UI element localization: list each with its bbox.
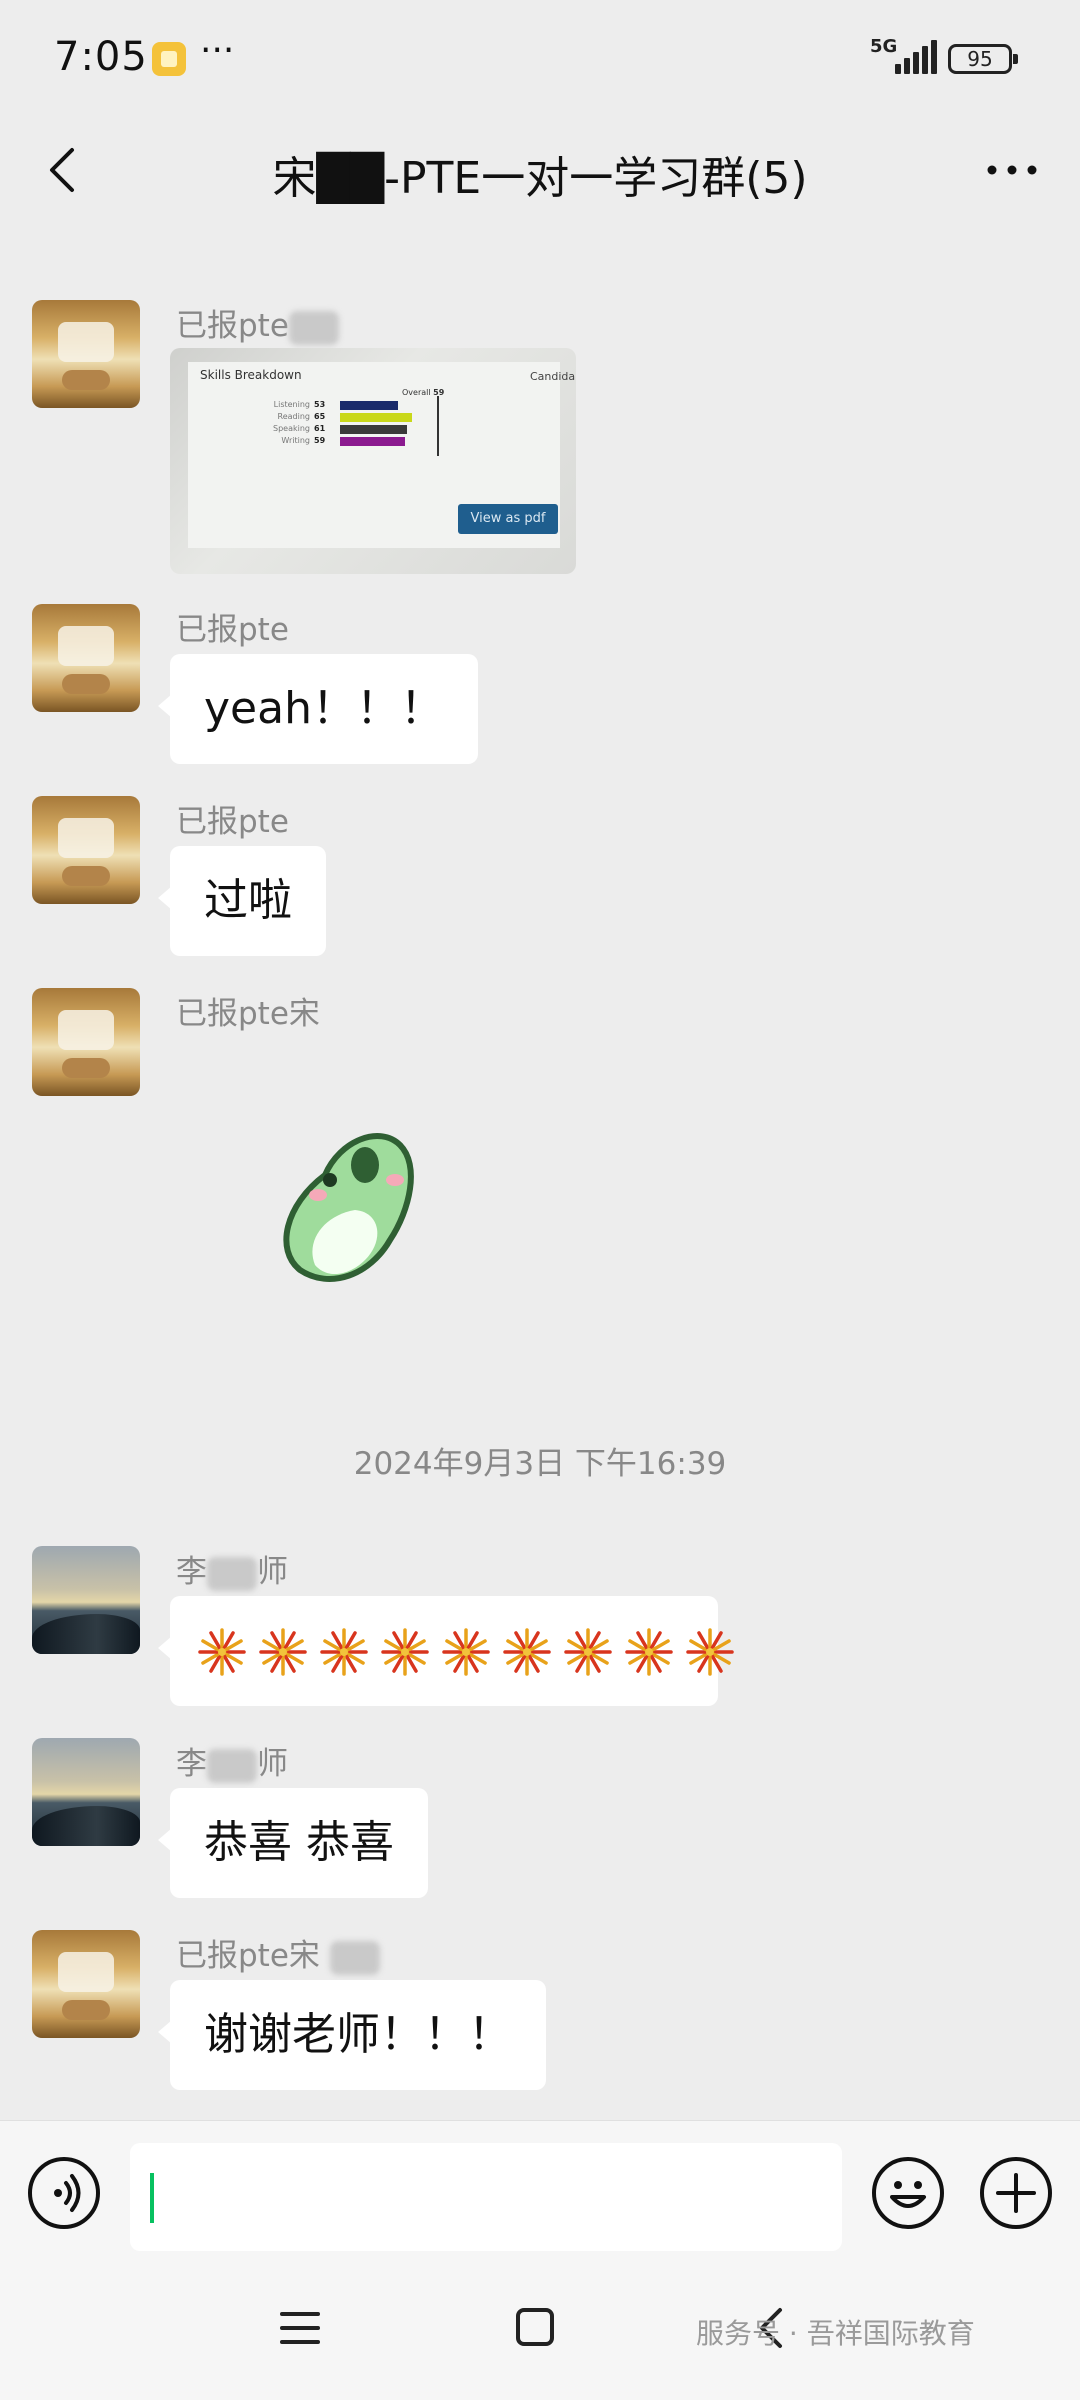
- chat-title: 宋██-PTE一对一学习群(5): [272, 153, 808, 204]
- fireworks-icon: [198, 1628, 246, 1676]
- sender-name: 已报pte: [176, 300, 339, 345]
- input-bar: [0, 2120, 1080, 2277]
- skill-label: Reading: [277, 412, 310, 421]
- message-bubble[interactable]: 谢谢老师！！！: [158, 1980, 546, 2090]
- status-bar: 7:05 ··· 5G 95: [0, 0, 1080, 120]
- skill-row: Reading 65: [240, 412, 470, 422]
- home-icon[interactable]: [516, 2308, 554, 2346]
- fireworks-icon: [625, 1628, 673, 1676]
- skill-row: Speaking 61: [240, 424, 470, 434]
- emoji-icon: [890, 2181, 926, 2208]
- sender-name: 已报pte: [176, 612, 289, 648]
- message-input[interactable]: [130, 2143, 842, 2251]
- overall-marker: [437, 396, 439, 456]
- fireworks-icon: [320, 1628, 368, 1676]
- back-button[interactable]: [36, 142, 92, 198]
- message-bubble[interactable]: 恭喜 恭喜: [158, 1788, 428, 1898]
- system-navigation-bar: 服务号 · 吾祥国际教育: [0, 2276, 1080, 2400]
- emoji-button[interactable]: [872, 2157, 944, 2229]
- plus-button[interactable]: [980, 2157, 1052, 2229]
- skill-bar: [340, 413, 412, 422]
- skill-row: Writing 59: [240, 436, 470, 446]
- more-button[interactable]: [980, 142, 1044, 198]
- sender-name: 李师: [176, 1746, 288, 1783]
- skill-row: Listening 53: [240, 400, 470, 410]
- image-message[interactable]: Skills Breakdown Candida Overall 59 List…: [170, 348, 576, 574]
- skill-score: 53: [314, 400, 326, 409]
- candidate-heading: Candida: [530, 370, 576, 383]
- view-pdf-button: View as pdf: [458, 504, 558, 534]
- skill-score: 65: [314, 412, 326, 421]
- avatar[interactable]: [32, 796, 140, 904]
- fireworks-icon: [381, 1628, 429, 1676]
- avatar[interactable]: [32, 1546, 140, 1654]
- notification-app-icon: [152, 42, 186, 76]
- skill-label: Speaking: [273, 424, 310, 433]
- status-time: 7:05: [54, 34, 148, 80]
- fireworks-icon: [503, 1628, 551, 1676]
- skill-label: Listening: [273, 400, 310, 409]
- skills-heading: Skills Breakdown: [200, 368, 302, 382]
- sender-name: 已报pte宋: [176, 1930, 380, 1975]
- fireworks-icon: [442, 1628, 490, 1676]
- avatar[interactable]: [32, 1738, 140, 1846]
- skill-bar: [340, 437, 405, 446]
- avatar[interactable]: [32, 604, 140, 712]
- battery-icon: 95: [948, 44, 1018, 74]
- message-bubble[interactable]: yeah！！！: [158, 654, 478, 764]
- voice-button[interactable]: [28, 2157, 100, 2229]
- recent-apps-icon[interactable]: [280, 2310, 320, 2346]
- fireworks-icon: [259, 1628, 307, 1676]
- sticker-message[interactable]: [270, 1120, 430, 1300]
- avatar[interactable]: [32, 988, 140, 1096]
- signal-icon: [895, 38, 937, 74]
- more-icon: [987, 165, 1037, 175]
- chevron-left-icon: [50, 148, 74, 192]
- sender-name: 已报pte: [176, 804, 289, 840]
- chat-header: 宋██-PTE一对一学习群(5): [0, 120, 1080, 220]
- skill-score: 61: [314, 424, 326, 433]
- avatar[interactable]: [32, 1930, 140, 2038]
- fireworks-icon: [686, 1628, 734, 1676]
- fireworks-icon: [564, 1628, 612, 1676]
- fireworks-message[interactable]: [158, 1596, 734, 1706]
- skill-label: Writing: [281, 436, 310, 445]
- status-more-dots: ···: [200, 30, 235, 71]
- skill-score: 59: [314, 436, 326, 445]
- sender-name: 已报pte宋: [176, 996, 320, 1032]
- chat-timestamp: 2024年9月3日 下午16:39: [353, 1446, 727, 1482]
- sender-name: 李师: [176, 1554, 288, 1591]
- skill-bar: [340, 401, 398, 410]
- voice-icon: [54, 2174, 81, 2212]
- avatar[interactable]: [32, 300, 140, 408]
- bird-sticker-icon: [283, 1133, 414, 1282]
- message-bubble[interactable]: 过啦: [158, 846, 326, 956]
- skill-bar: [340, 425, 407, 434]
- plus-icon: [996, 2173, 1036, 2213]
- network-type: 5G: [870, 36, 898, 57]
- text-caret: [150, 2173, 154, 2223]
- watermark: 服务号 · 吾祥国际教育: [696, 2317, 975, 2350]
